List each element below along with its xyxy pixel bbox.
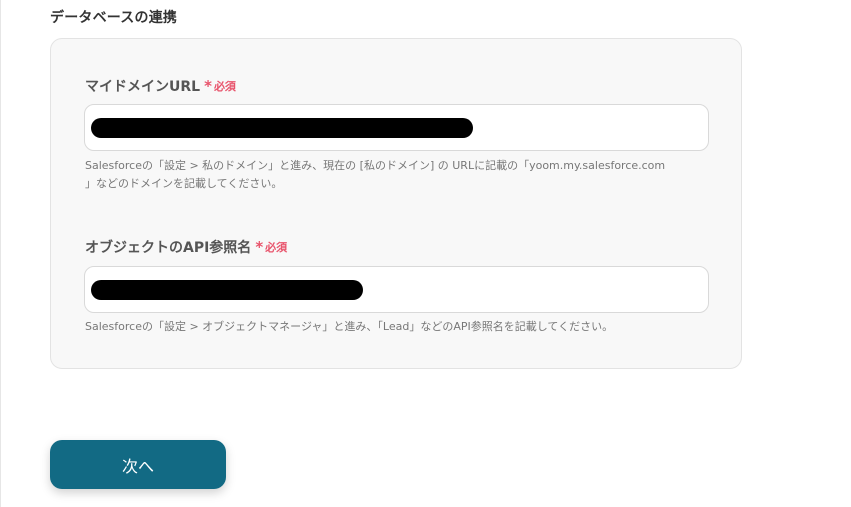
next-button[interactable]: 次へ: [50, 440, 226, 489]
required-asterisk-icon: *: [204, 77, 212, 95]
field-label-text: マイドメインURL: [85, 79, 201, 95]
left-divider: [0, 0, 1, 507]
my-domain-url-input[interactable]: [84, 104, 709, 151]
redacted-value: [91, 279, 363, 300]
redacted-value: [91, 117, 473, 138]
help-line: 」などのドメインを記載してください。: [85, 177, 283, 190]
page: データベースの連携 マイドメインURL * 必須 Salesforceの「設定 …: [0, 0, 851, 507]
object-api-name-help: Salesforceの「設定 > オブジェクトマネージャ」と進み、「Lead」な…: [85, 318, 613, 336]
required-asterisk-icon: *: [255, 238, 264, 256]
help-line: Salesforceの「設定 > オブジェクトマネージャ」と進み、「Lead」な…: [85, 320, 614, 333]
field-label-object-api-name: オブジェクトのAPI参照名 * 必須: [85, 237, 287, 257]
field-label-my-domain-url: マイドメインURL * 必須: [85, 76, 236, 96]
form-card: マイドメインURL * 必須 Salesforceの「設定 > 私のドメイン」と…: [50, 38, 742, 369]
help-line: Salesforceの「設定 > 私のドメイン」と進み、現在の [私のドメイン]…: [85, 159, 666, 172]
required-text: 必須: [213, 80, 236, 93]
required-text: 必須: [265, 241, 288, 254]
required-badge: * 必須: [255, 238, 287, 256]
object-api-name-input[interactable]: [84, 266, 709, 313]
required-badge: * 必須: [204, 77, 236, 95]
field-label-text: オブジェクトのAPI参照名: [85, 240, 252, 256]
section-title: データベースの連携: [50, 10, 178, 26]
my-domain-url-help: Salesforceの「設定 > 私のドメイン」と進み、現在の [私のドメイン]…: [85, 157, 665, 193]
